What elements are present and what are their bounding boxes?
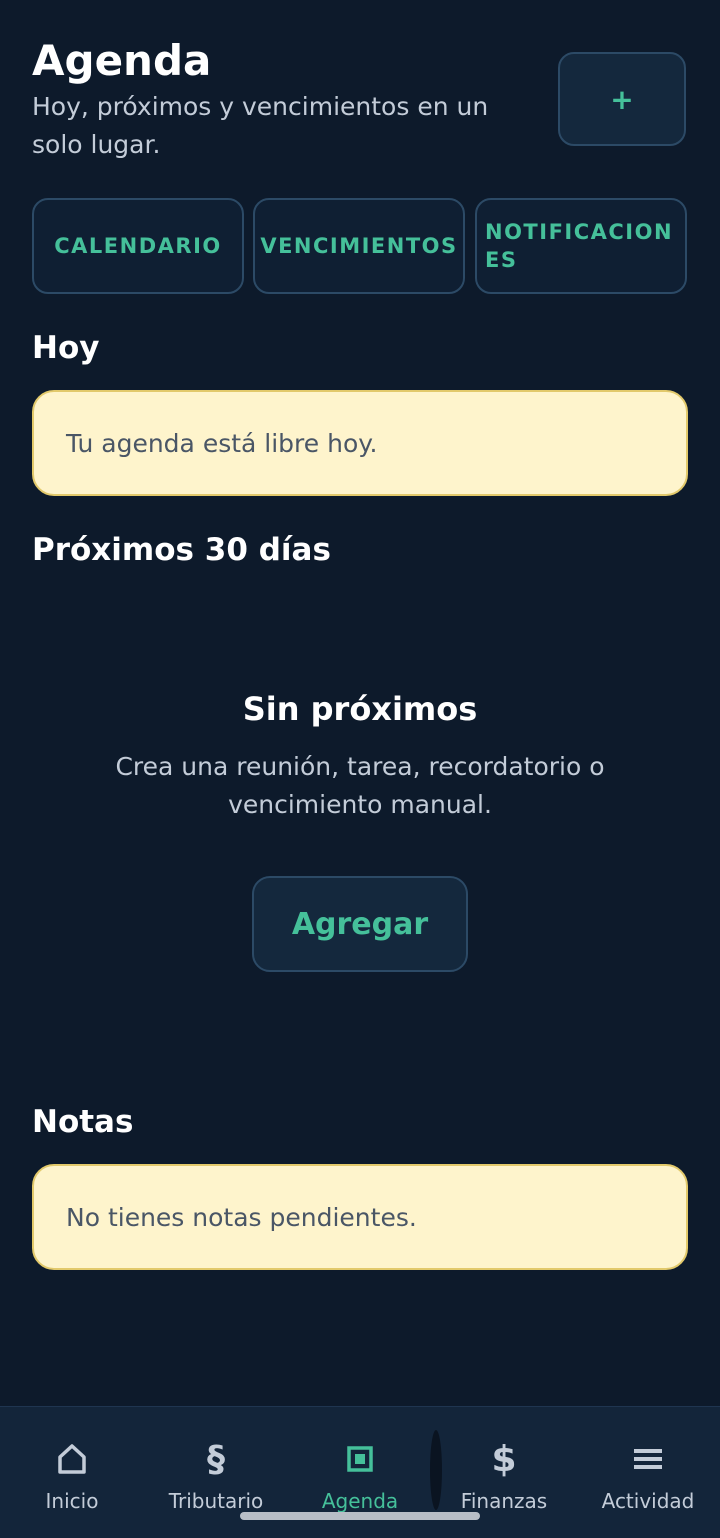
menu-icon <box>633 1439 663 1479</box>
agenda-icon <box>347 1439 373 1479</box>
nav-label-tributario: Tributario <box>168 1489 264 1513</box>
section-icon: § <box>207 1438 225 1480</box>
nav-label-inicio: Inicio <box>45 1489 99 1513</box>
ripple-shadow <box>430 1430 442 1510</box>
dollar-icon: $ <box>491 1438 517 1480</box>
add-button[interactable]: + <box>558 52 686 146</box>
home-indicator[interactable] <box>240 1512 480 1520</box>
page-header: Agenda Hoy, próximos y vencimientos en u… <box>32 36 542 164</box>
page-title: Agenda <box>32 36 212 85</box>
nav-item-inicio[interactable]: Inicio <box>0 1407 144 1538</box>
home-icon <box>57 1439 87 1479</box>
nav-label-finanzas: Finanzas <box>460 1489 548 1513</box>
tab-notificaciones[interactable]: NOTIFICACIONES <box>475 198 687 294</box>
tab-vencimientos[interactable]: VENCIMIENTOS <box>253 198 465 294</box>
page-subtitle: Hoy, próximos y vencimientos en un solo … <box>32 92 489 159</box>
agregar-button[interactable]: Agregar <box>252 876 468 972</box>
today-empty-card: Tu agenda está libre hoy. <box>32 390 688 496</box>
empty-state-title: Sin próximos <box>242 690 478 728</box>
nav-label-agenda: Agenda <box>321 1489 399 1513</box>
upcoming-section-title: Próximos 30 días <box>32 532 331 568</box>
tab-calendario[interactable]: CALENDARIO <box>32 198 244 294</box>
agenda-screen: Agenda Hoy, próximos y vencimientos en u… <box>0 0 720 1538</box>
empty-state-description: Crea una reunión, tarea, recordatorio o … <box>115 752 605 819</box>
nav-label-actividad: Actividad <box>601 1489 695 1513</box>
today-section-title: Hoy <box>32 330 100 366</box>
upcoming-empty-state: Sin próximos Crea una reunión, tarea, re… <box>0 690 720 824</box>
agenda-tabs: CALENDARIO VENCIMIENTOS NOTIFICACIONES <box>32 198 688 294</box>
nav-item-actividad[interactable]: Actividad <box>576 1407 720 1538</box>
notes-section-title: Notas <box>32 1104 134 1140</box>
notes-empty-card: No tienes notas pendientes. <box>32 1164 688 1270</box>
